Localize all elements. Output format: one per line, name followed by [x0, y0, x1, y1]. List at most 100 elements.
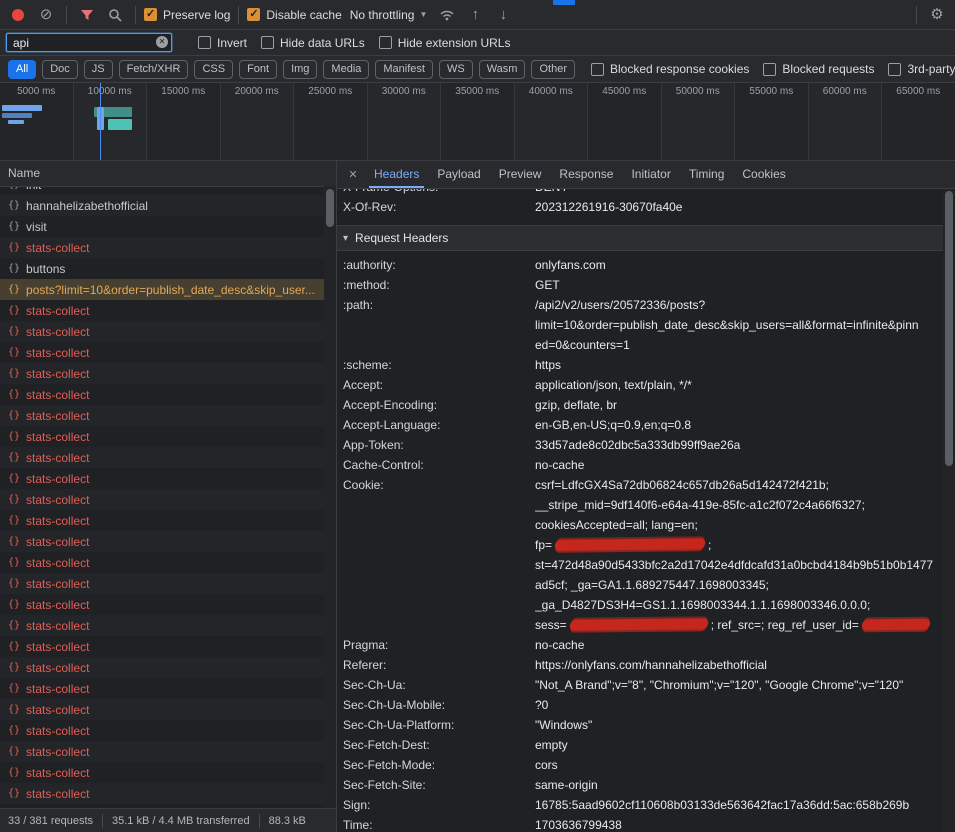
- timeline-cell: 25000 ms: [294, 83, 368, 160]
- type-chip-other[interactable]: Other: [531, 60, 575, 79]
- request-row[interactable]: {}stats-collect: [0, 363, 336, 384]
- type-chip-fetch-xhr[interactable]: Fetch/XHR: [119, 60, 189, 79]
- request-row[interactable]: {}stats-collect: [0, 342, 336, 363]
- json-request-icon: {}: [8, 704, 20, 715]
- clear-button[interactable]: ⊘: [34, 3, 58, 27]
- tab-headers[interactable]: Headers: [365, 161, 428, 188]
- timeline-overview[interactable]: 5000 ms10000 ms15000 ms20000 ms25000 ms3…: [0, 83, 955, 161]
- clear-filter-icon[interactable]: ✕: [156, 36, 168, 48]
- export-har-button[interactable]: ↓: [491, 3, 515, 27]
- request-row[interactable]: {}stats-collect: [0, 531, 336, 552]
- request-list-scrollbar[interactable]: [324, 186, 336, 808]
- checkbox-icon: [198, 36, 211, 49]
- record-button[interactable]: [6, 3, 30, 27]
- name-column-header[interactable]: Name: [0, 161, 336, 187]
- request-row[interactable]: {}stats-collect: [0, 447, 336, 468]
- tab-preview[interactable]: Preview: [490, 161, 551, 188]
- header-name: Sec-Fetch-Dest:: [343, 735, 535, 755]
- checkbox-hide-data-urls[interactable]: Hide data URLs: [261, 36, 365, 50]
- type-chip-font[interactable]: Font: [239, 60, 277, 79]
- request-row[interactable]: {}buttons: [0, 258, 336, 279]
- preserve-log-checkbox[interactable]: Preserve log: [144, 8, 230, 22]
- checkbox-blocked-response-cookies[interactable]: Blocked response cookies: [591, 62, 749, 76]
- type-chip-wasm[interactable]: Wasm: [479, 60, 526, 79]
- checkbox-invert[interactable]: Invert: [198, 36, 247, 50]
- request-row[interactable]: {}stats-collect: [0, 552, 336, 573]
- request-row[interactable]: {}stats-collect: [0, 384, 336, 405]
- request-row[interactable]: {}stats-collect: [0, 489, 336, 510]
- request-row[interactable]: {}stats-collect: [0, 468, 336, 489]
- request-row[interactable]: {}stats-collect: [0, 405, 336, 426]
- network-conditions-icon: [439, 8, 455, 22]
- scrollbar-thumb[interactable]: [945, 191, 953, 466]
- request-row[interactable]: {}stats-collect: [0, 510, 336, 531]
- filter-input[interactable]: [6, 33, 172, 52]
- type-chip-media[interactable]: Media: [323, 60, 369, 79]
- checkbox-3rd-party-requests[interactable]: 3rd-party requests: [888, 62, 955, 76]
- request-row[interactable]: {}init: [0, 187, 336, 195]
- json-request-icon: {}: [8, 662, 20, 673]
- header-row: Sign:16785:5aad9602cf110608b03133de56364…: [337, 795, 943, 815]
- json-request-icon: {}: [8, 725, 20, 736]
- scrollbar-thumb[interactable]: [326, 189, 334, 227]
- request-row[interactable]: {}stats-collect: [0, 741, 336, 762]
- request-row[interactable]: {}stats-collect: [0, 594, 336, 615]
- request-row[interactable]: {}stats-collect: [0, 720, 336, 741]
- search-button[interactable]: [103, 3, 127, 27]
- json-request-icon: {}: [8, 200, 20, 211]
- request-headers-section-header[interactable]: ▾ Request Headers: [337, 226, 943, 251]
- request-row[interactable]: {}stats-collect: [0, 237, 336, 258]
- details-scrollbar[interactable]: [943, 189, 955, 832]
- type-chip-all[interactable]: All: [8, 60, 36, 79]
- request-row[interactable]: {}stats-collect: [0, 636, 336, 657]
- request-row[interactable]: {}stats-collect: [0, 615, 336, 636]
- tab-timing[interactable]: Timing: [680, 161, 734, 188]
- header-value: 16785:5aad9602cf110608b03133de563642fac1…: [535, 795, 943, 815]
- tab-cookies[interactable]: Cookies: [733, 161, 794, 188]
- type-chip-manifest[interactable]: Manifest: [375, 60, 433, 79]
- request-row[interactable]: {}stats-collect: [0, 657, 336, 678]
- json-request-icon: {}: [8, 788, 20, 799]
- json-request-icon: {}: [8, 187, 20, 190]
- request-row[interactable]: {}posts?limit=10&order=publish_date_desc…: [0, 279, 336, 300]
- header-name: Accept:: [343, 375, 535, 395]
- header-name: Sec-Fetch-Mode:: [343, 755, 535, 775]
- close-details-button[interactable]: ✕: [341, 168, 365, 181]
- header-value: GET: [535, 275, 943, 295]
- request-row[interactable]: {}stats-collect: [0, 426, 336, 447]
- header-value-line: same-origin: [535, 775, 943, 795]
- tab-payload[interactable]: Payload: [428, 161, 489, 188]
- type-chip-js[interactable]: JS: [84, 60, 113, 79]
- request-row[interactable]: {}stats-collect: [0, 573, 336, 594]
- checkbox-blocked-requests[interactable]: Blocked requests: [763, 62, 874, 76]
- request-row[interactable]: {}hannahelizabethofficial: [0, 195, 336, 216]
- type-chip-img[interactable]: Img: [283, 60, 317, 79]
- json-request-icon: {}: [8, 452, 20, 463]
- tab-response[interactable]: Response: [550, 161, 622, 188]
- timeline-cell: 50000 ms: [662, 83, 736, 160]
- header-value-line: en-GB,en-US;q=0.9,en;q=0.8: [535, 415, 943, 435]
- throttling-select[interactable]: No throttling ▼: [346, 8, 432, 22]
- request-row[interactable]: {}stats-collect: [0, 762, 336, 783]
- type-chip-ws[interactable]: WS: [439, 60, 473, 79]
- header-row: :authority:onlyfans.com: [337, 255, 943, 275]
- request-row[interactable]: {}stats-collect: [0, 321, 336, 342]
- filter-toggle-button[interactable]: [75, 3, 99, 27]
- tab-initiator[interactable]: Initiator: [622, 161, 679, 188]
- request-row[interactable]: {}stats-collect: [0, 678, 336, 699]
- network-conditions-button[interactable]: [435, 3, 459, 27]
- type-chip-css[interactable]: CSS: [194, 60, 233, 79]
- request-name: buttons: [26, 262, 65, 276]
- request-row[interactable]: {}stats-collect: [0, 699, 336, 720]
- request-row[interactable]: {}visit: [0, 216, 336, 237]
- disable-cache-checkbox[interactable]: Disable cache: [247, 8, 341, 22]
- settings-button[interactable]: ⚙: [925, 3, 949, 27]
- request-name: stats-collect: [26, 409, 89, 423]
- checkbox-hide-extension-urls[interactable]: Hide extension URLs: [379, 36, 511, 50]
- timeline-tick-label: 5000 ms: [0, 86, 73, 97]
- request-row[interactable]: {}stats-collect: [0, 300, 336, 321]
- type-chip-doc[interactable]: Doc: [42, 60, 78, 79]
- header-value: DENY: [535, 189, 943, 197]
- import-har-button[interactable]: ↑: [463, 3, 487, 27]
- request-row[interactable]: {}stats-collect: [0, 783, 336, 804]
